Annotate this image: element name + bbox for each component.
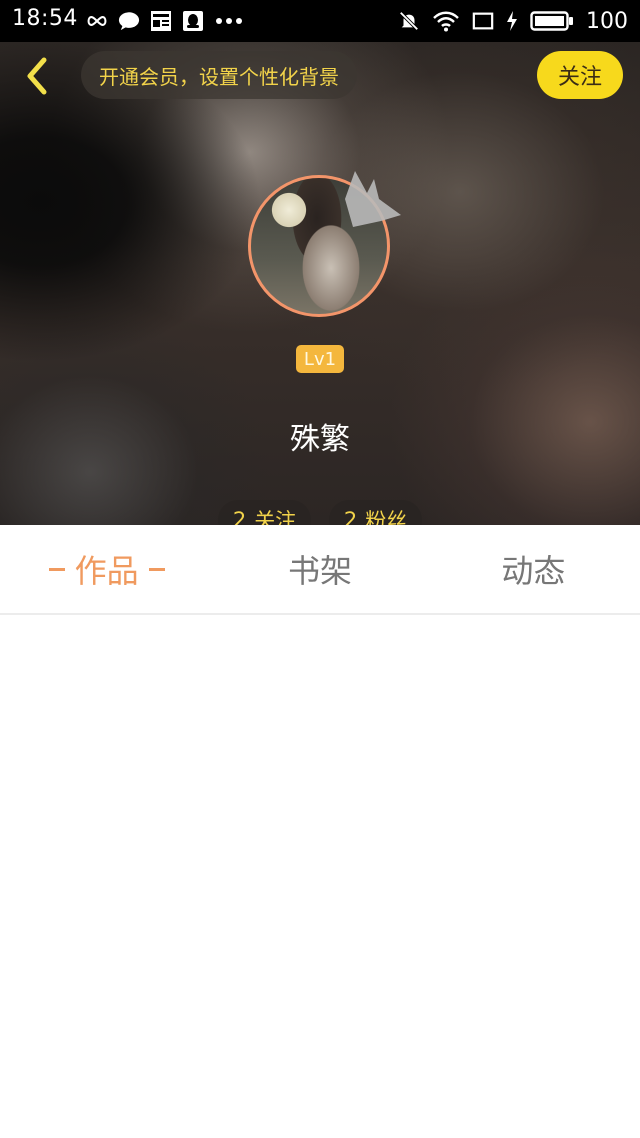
notification-icons	[86, 8, 244, 34]
tab-bookshelf[interactable]: 书架	[213, 525, 426, 613]
charging-icon	[506, 10, 518, 32]
fans-count: 2	[343, 508, 358, 525]
system-icons: 100	[398, 6, 628, 36]
back-arrow-icon	[27, 57, 47, 95]
following-count: 2	[232, 508, 247, 525]
qq-icon	[182, 10, 204, 32]
tab-content-area	[0, 615, 640, 1138]
chat-bubble-icon	[118, 10, 140, 32]
active-tab-dash-left	[48, 567, 65, 571]
follow-button[interactable]: 关注	[537, 51, 623, 99]
tab-activity[interactable]: 动态	[427, 525, 640, 613]
tab-bookshelf-label: 书架	[287, 552, 352, 590]
back-button[interactable]	[16, 54, 56, 98]
following-stat[interactable]: 2 关注	[218, 500, 311, 525]
screen-icon	[472, 10, 494, 32]
infinity-icon	[86, 10, 108, 32]
following-label: 关注	[254, 509, 297, 525]
active-tab-dash-right	[148, 567, 165, 571]
fans-stat[interactable]: 2 粉丝	[329, 500, 422, 525]
news-icon	[150, 10, 172, 32]
status-bar: 18:54 100	[0, 0, 640, 42]
fans-label: 粉丝	[365, 509, 408, 525]
vip-banner[interactable]: 开通会员，设置个性化背景	[81, 51, 357, 99]
username: 殊繁	[290, 422, 350, 457]
profile-tabs: 作品 书架 动态	[0, 525, 640, 615]
level-badge: Lv1	[296, 345, 344, 373]
tab-activity-label: 动态	[501, 552, 566, 590]
status-time: 18:54	[12, 6, 78, 31]
wifi-icon	[432, 10, 460, 32]
profile-header: 开通会员，设置个性化背景 关注 Lv1 殊繁 2 关注 2 粉丝	[0, 42, 640, 525]
more-dots-icon	[214, 10, 244, 32]
tab-works[interactable]: 作品	[0, 525, 213, 613]
battery-icon	[530, 10, 574, 32]
crown-icon	[345, 171, 401, 227]
tab-works-label: 作品	[74, 552, 139, 590]
battery-level: 100	[586, 8, 628, 34]
mute-icon	[398, 10, 420, 32]
